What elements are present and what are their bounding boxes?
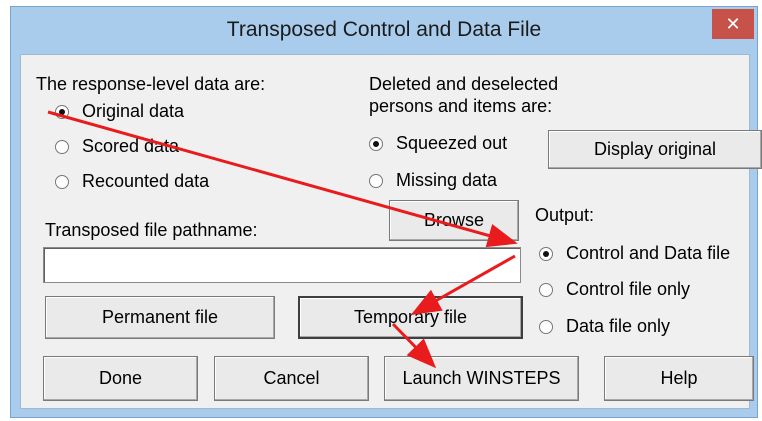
radio-label: Data file only — [566, 316, 671, 336]
dialog-window: Transposed Control and Data File ✕ The r… — [10, 6, 762, 418]
radio-data-file-only[interactable]: Data file only — [539, 316, 670, 337]
permanent-file-button[interactable]: Permanent file — [45, 296, 275, 339]
temporary-file-button[interactable]: Temporary file — [298, 296, 523, 339]
radio-missing-data[interactable]: Missing data — [369, 170, 497, 191]
browse-button[interactable]: Browse — [389, 200, 519, 241]
radio-unselected-icon — [539, 319, 553, 334]
radio-original-data[interactable]: Original data — [55, 101, 184, 122]
response-level-label: The response-level data are: — [36, 74, 266, 94]
title-bar[interactable]: Transposed Control and Data File ✕ — [11, 7, 757, 54]
radio-control-file-only[interactable]: Control file only — [539, 279, 690, 300]
dialog-body: The response-level data are: Original da… — [20, 54, 762, 409]
close-button[interactable]: ✕ — [712, 9, 754, 39]
radio-recounted-data[interactable]: Recounted data — [55, 171, 209, 192]
pathname-label: Transposed file pathname: — [45, 220, 258, 240]
radio-unselected-icon — [55, 139, 69, 154]
radio-scored-data[interactable]: Scored data — [55, 136, 179, 157]
radio-unselected-icon — [55, 174, 69, 189]
close-icon: ✕ — [725, 14, 741, 34]
radio-label: Recounted data — [82, 171, 210, 191]
done-button[interactable]: Done — [43, 356, 198, 401]
radio-label: Original data — [82, 101, 185, 121]
radio-selected-icon — [55, 104, 69, 119]
display-original-button[interactable]: Display original — [548, 130, 762, 169]
radio-selected-icon — [539, 246, 553, 261]
radio-selected-icon — [369, 136, 383, 151]
help-button[interactable]: Help — [604, 356, 754, 401]
radio-label: Control and Data file — [566, 243, 731, 263]
deleted-label-line2: persons and items are: — [369, 96, 553, 116]
launch-winsteps-button[interactable]: Launch WINSTEPS — [384, 356, 579, 401]
output-label: Output: — [535, 205, 595, 225]
radio-unselected-icon — [539, 282, 553, 297]
radio-label: Control file only — [566, 279, 691, 299]
pathname-input[interactable] — [43, 247, 521, 283]
deleted-label-line1: Deleted and deselected — [369, 74, 559, 94]
radio-label: Scored data — [82, 136, 180, 156]
radio-unselected-icon — [369, 173, 383, 188]
radio-squeezed-out[interactable]: Squeezed out — [369, 133, 507, 154]
radio-label: Missing data — [396, 170, 498, 190]
radio-control-and-data-file[interactable]: Control and Data file — [539, 243, 730, 264]
dialog-title: Transposed Control and Data File — [226, 18, 542, 41]
cancel-button[interactable]: Cancel — [214, 356, 369, 401]
radio-label: Squeezed out — [396, 133, 508, 153]
